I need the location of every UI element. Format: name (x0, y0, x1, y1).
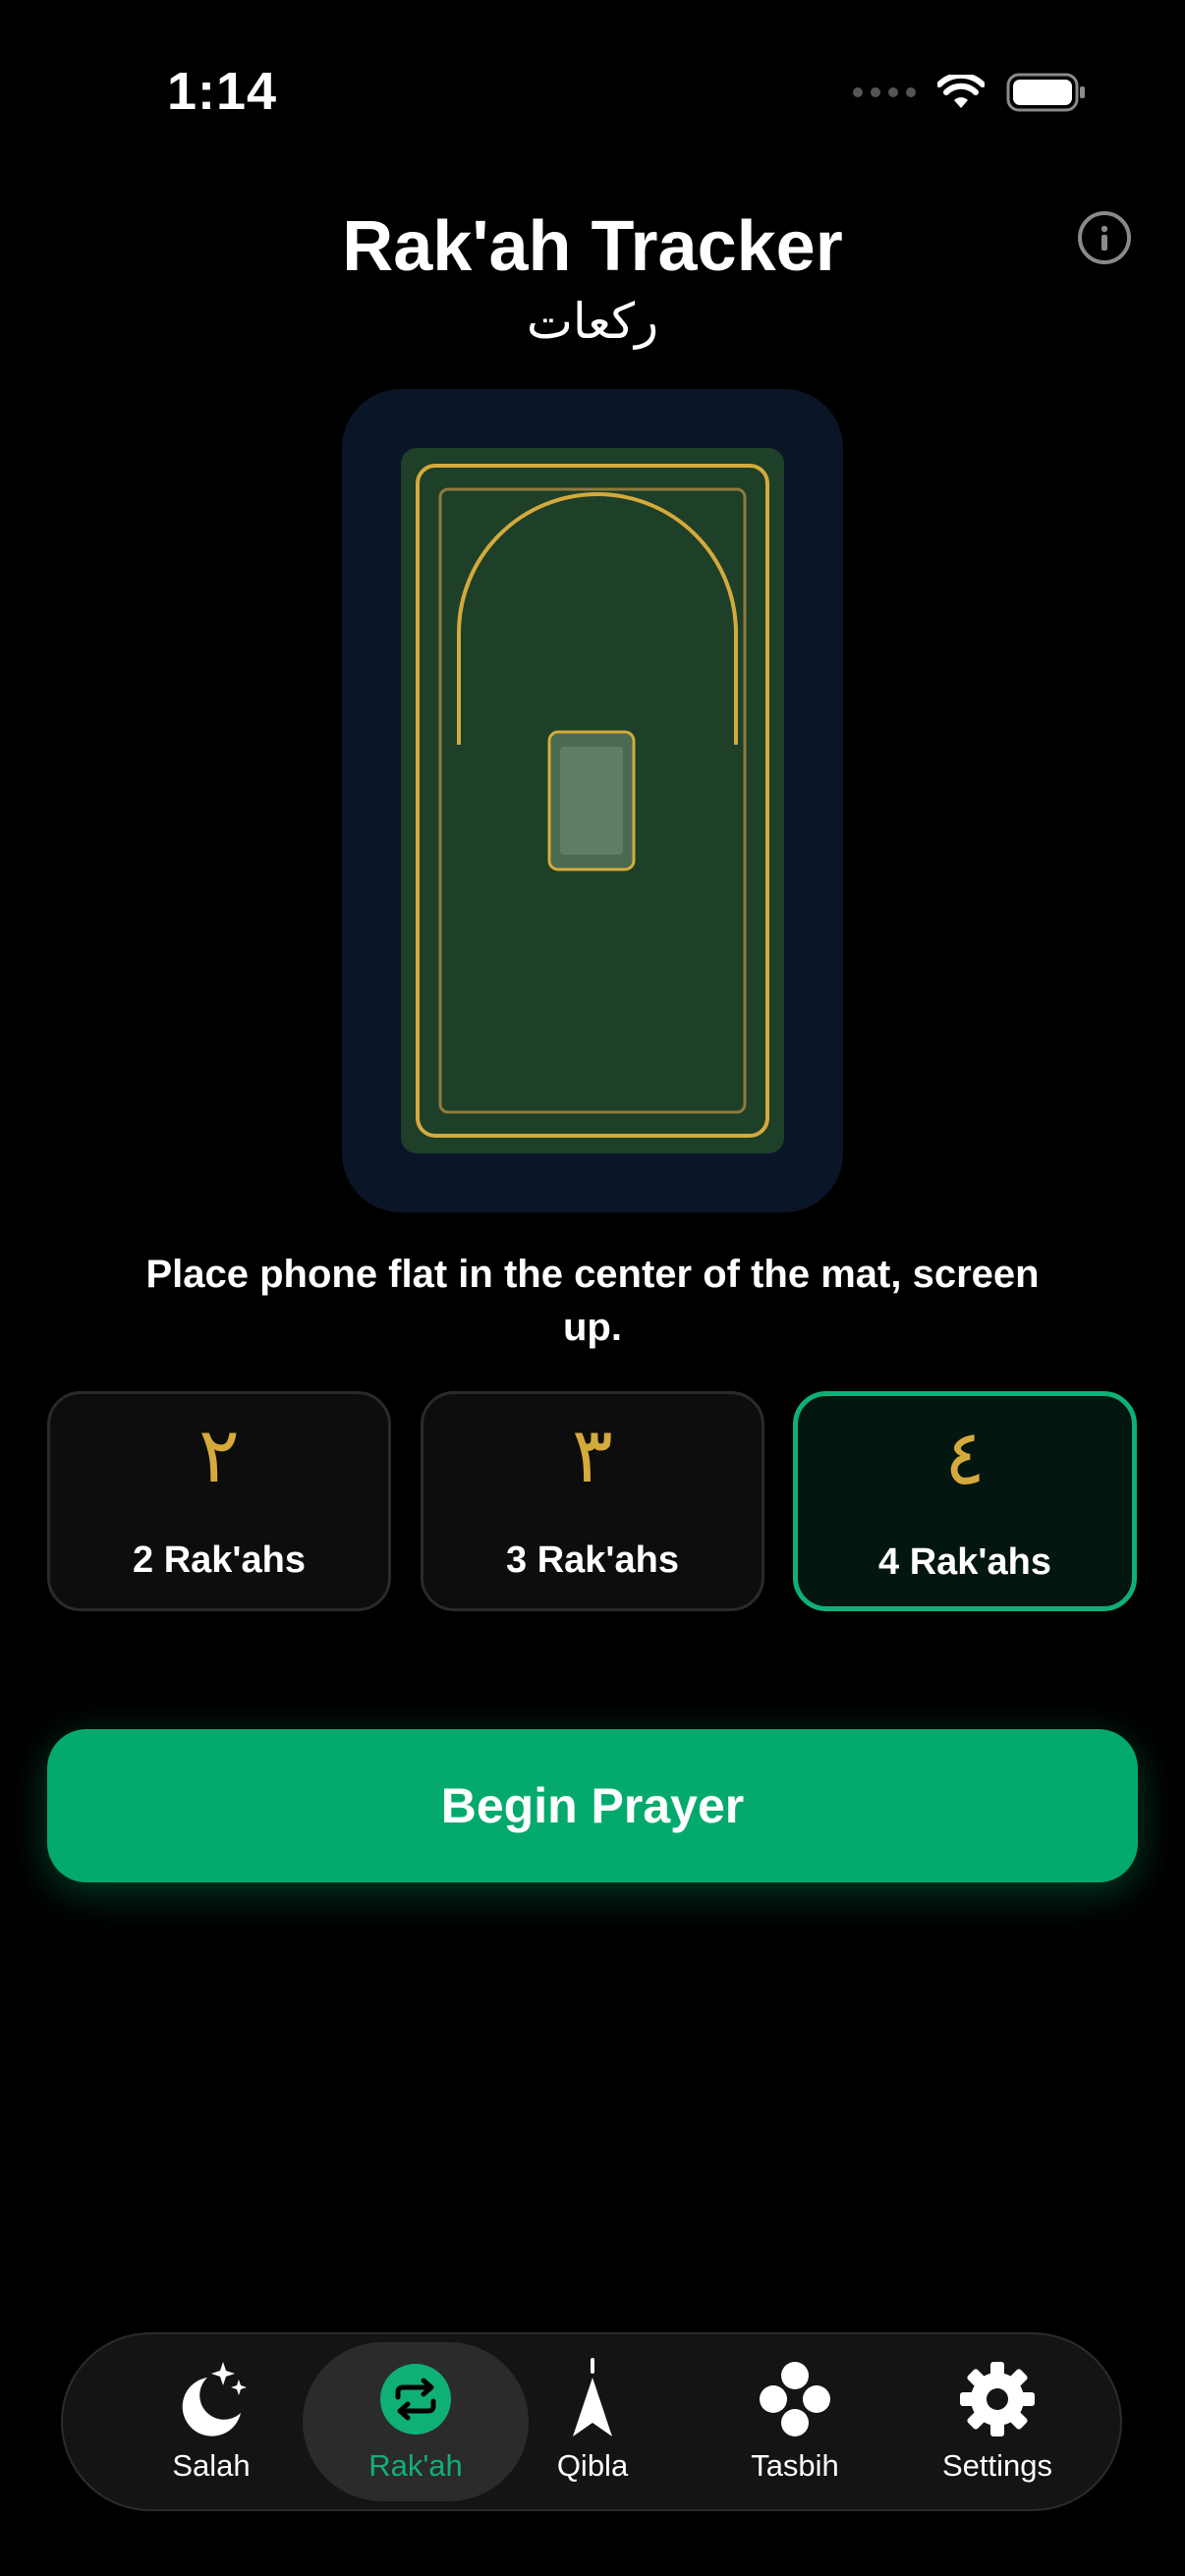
option-label: 3 Rak'ahs (506, 1540, 679, 1581)
info-button[interactable] (1078, 211, 1131, 264)
page-title: Rak'ah Tracker (342, 207, 843, 286)
tab-qibla[interactable]: Qibla (480, 2342, 705, 2501)
gear-icon (960, 2362, 1035, 2436)
tab-settings[interactable]: Settings (884, 2342, 1110, 2501)
option-numeral: ٣ (572, 1412, 613, 1500)
option-4-rakahs[interactable]: ٤ 4 Rak'ahs (793, 1391, 1137, 1611)
compass-arrow-icon (573, 2358, 612, 2436)
option-label: 2 Rak'ahs (133, 1540, 306, 1581)
option-3-rakahs[interactable]: ٣ 3 Rak'ahs (421, 1391, 764, 1611)
tab-label: Settings (941, 2448, 1052, 2483)
status-time: 1:14 (167, 62, 278, 121)
repeat-icon (380, 2364, 451, 2435)
moon-stars-icon (182, 2362, 247, 2436)
prayer-mat-illustration (401, 448, 784, 1153)
prayer-mat-card (342, 389, 843, 1212)
tab-label: Tasbih (751, 2448, 839, 2483)
option-numeral: ٤ (944, 1414, 986, 1502)
battery-icon (1006, 73, 1085, 112)
info-icon (1100, 225, 1108, 251)
wifi-icon (937, 75, 985, 108)
tab-label: Qibla (556, 2448, 629, 2483)
tab-bar: Salah Rak'ah Qibla Tasbih Settings (61, 2332, 1122, 2511)
instruction-text: Place phone flat in the center of the ma… (145, 1253, 1040, 1349)
option-2-rakahs[interactable]: ٢ 2 Rak'ahs (47, 1391, 391, 1611)
option-label: 4 Rak'ahs (878, 1541, 1051, 1583)
begin-prayer-button[interactable]: Begin Prayer (47, 1729, 1138, 1882)
beads-icon (760, 2362, 830, 2436)
option-numeral: ٢ (198, 1412, 240, 1500)
tab-label: Salah (172, 2448, 251, 2483)
cellular-signal-icon (853, 87, 916, 97)
status-icons (853, 73, 1087, 112)
page-subtitle-arabic: ركعات (526, 293, 659, 350)
tab-tasbih[interactable]: Tasbih (682, 2342, 908, 2501)
tab-salah[interactable]: Salah (98, 2342, 324, 2501)
